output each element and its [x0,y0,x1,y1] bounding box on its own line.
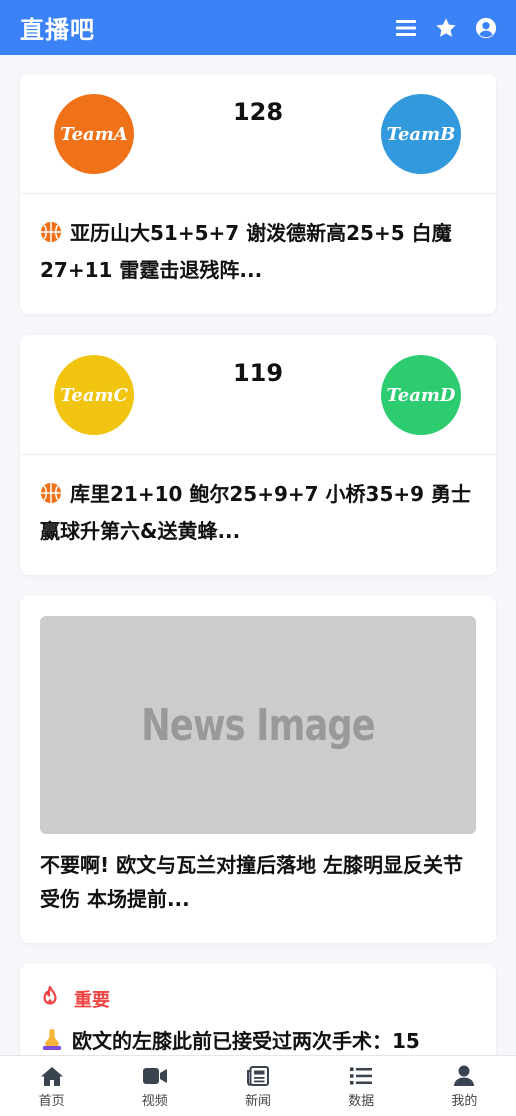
header-actions [395,17,497,39]
team-name: TeamB [386,123,456,145]
tab-label: 新闻 [245,1094,272,1109]
news-card[interactable]: News Image 不要啊! 欧文与瓦兰对撞后落地 左膝明显反关节受伤 本场提… [20,596,496,943]
tab-home[interactable]: 首页 [0,1056,103,1116]
team-logo[interactable]: TeamD [381,355,461,435]
feed: TeamA 128 TeamB 亚历山大51+5+7 谢泼德新高25+5 白魔2… [20,74,496,1105]
important-label: 重要 [74,990,110,1011]
user-circle-icon[interactable] [475,17,497,39]
headline-text: 库里21+10 鲍尔25+9+7 小桥35+9 勇士赢球升第六&送黄蜂... [40,482,471,543]
video-icon [142,1065,167,1087]
team-logo[interactable]: TeamB [381,94,461,174]
headline-text: 亚历山大51+5+7 谢泼德新高25+5 白魔27+11 雷霆击退残阵... [40,221,452,282]
news-image: News Image [40,616,476,834]
important-header: 重要 [40,984,476,1014]
team-name: TeamA [60,123,128,145]
team-name: TeamD [386,384,456,406]
home-icon [40,1065,64,1087]
fire-icon [40,985,60,1012]
basketball-icon [40,480,62,514]
basketball-icon [40,219,62,253]
image-placeholder-text: News Image [141,699,375,751]
team-name: TeamC [60,384,128,406]
list-icon [349,1065,373,1087]
tab-news[interactable]: 新闻 [206,1056,309,1116]
star-icon[interactable] [435,17,457,39]
tab-label: 视频 [141,1094,168,1109]
match-headline[interactable]: 亚历山大51+5+7 谢泼德新高25+5 白魔27+11 雷霆击退残阵... [20,194,496,314]
important-text-content: 欧文的左膝此前已接受过两次手术：15 [72,1029,420,1053]
menu-icon[interactable] [395,17,417,39]
tab-profile[interactable]: 我的 [413,1056,516,1116]
match-card[interactable]: TeamA 128 TeamB 亚历山大51+5+7 谢泼德新高25+5 白魔2… [20,74,496,314]
tab-video[interactable]: 视频 [103,1056,206,1116]
match-card[interactable]: TeamC 119 TeamD 库里21+10 鲍尔25+9+7 小桥35+9 … [20,335,496,575]
bottom-tab-bar: 首页 视频 新闻 数据 我的 [0,1055,516,1116]
match-scoreboard: TeamC 119 TeamD [20,335,496,455]
tab-label: 数据 [348,1094,375,1109]
tab-data[interactable]: 数据 [310,1056,413,1116]
tab-label: 我的 [451,1094,478,1109]
news-title: 不要啊! 欧文与瓦兰对撞后落地 左膝明显反关节受伤 本场提前... [40,853,464,911]
top-bar: 直播吧 [0,0,516,55]
match-headline[interactable]: 库里21+10 鲍尔25+9+7 小桥35+9 勇士赢球升第六&送黄蜂... [20,455,496,575]
app-title[interactable]: 直播吧 [20,10,95,45]
newspaper-icon [246,1065,270,1087]
match-scoreboard: TeamA 128 TeamB [20,74,496,194]
tab-label: 首页 [38,1094,65,1109]
user-icon [452,1065,476,1087]
